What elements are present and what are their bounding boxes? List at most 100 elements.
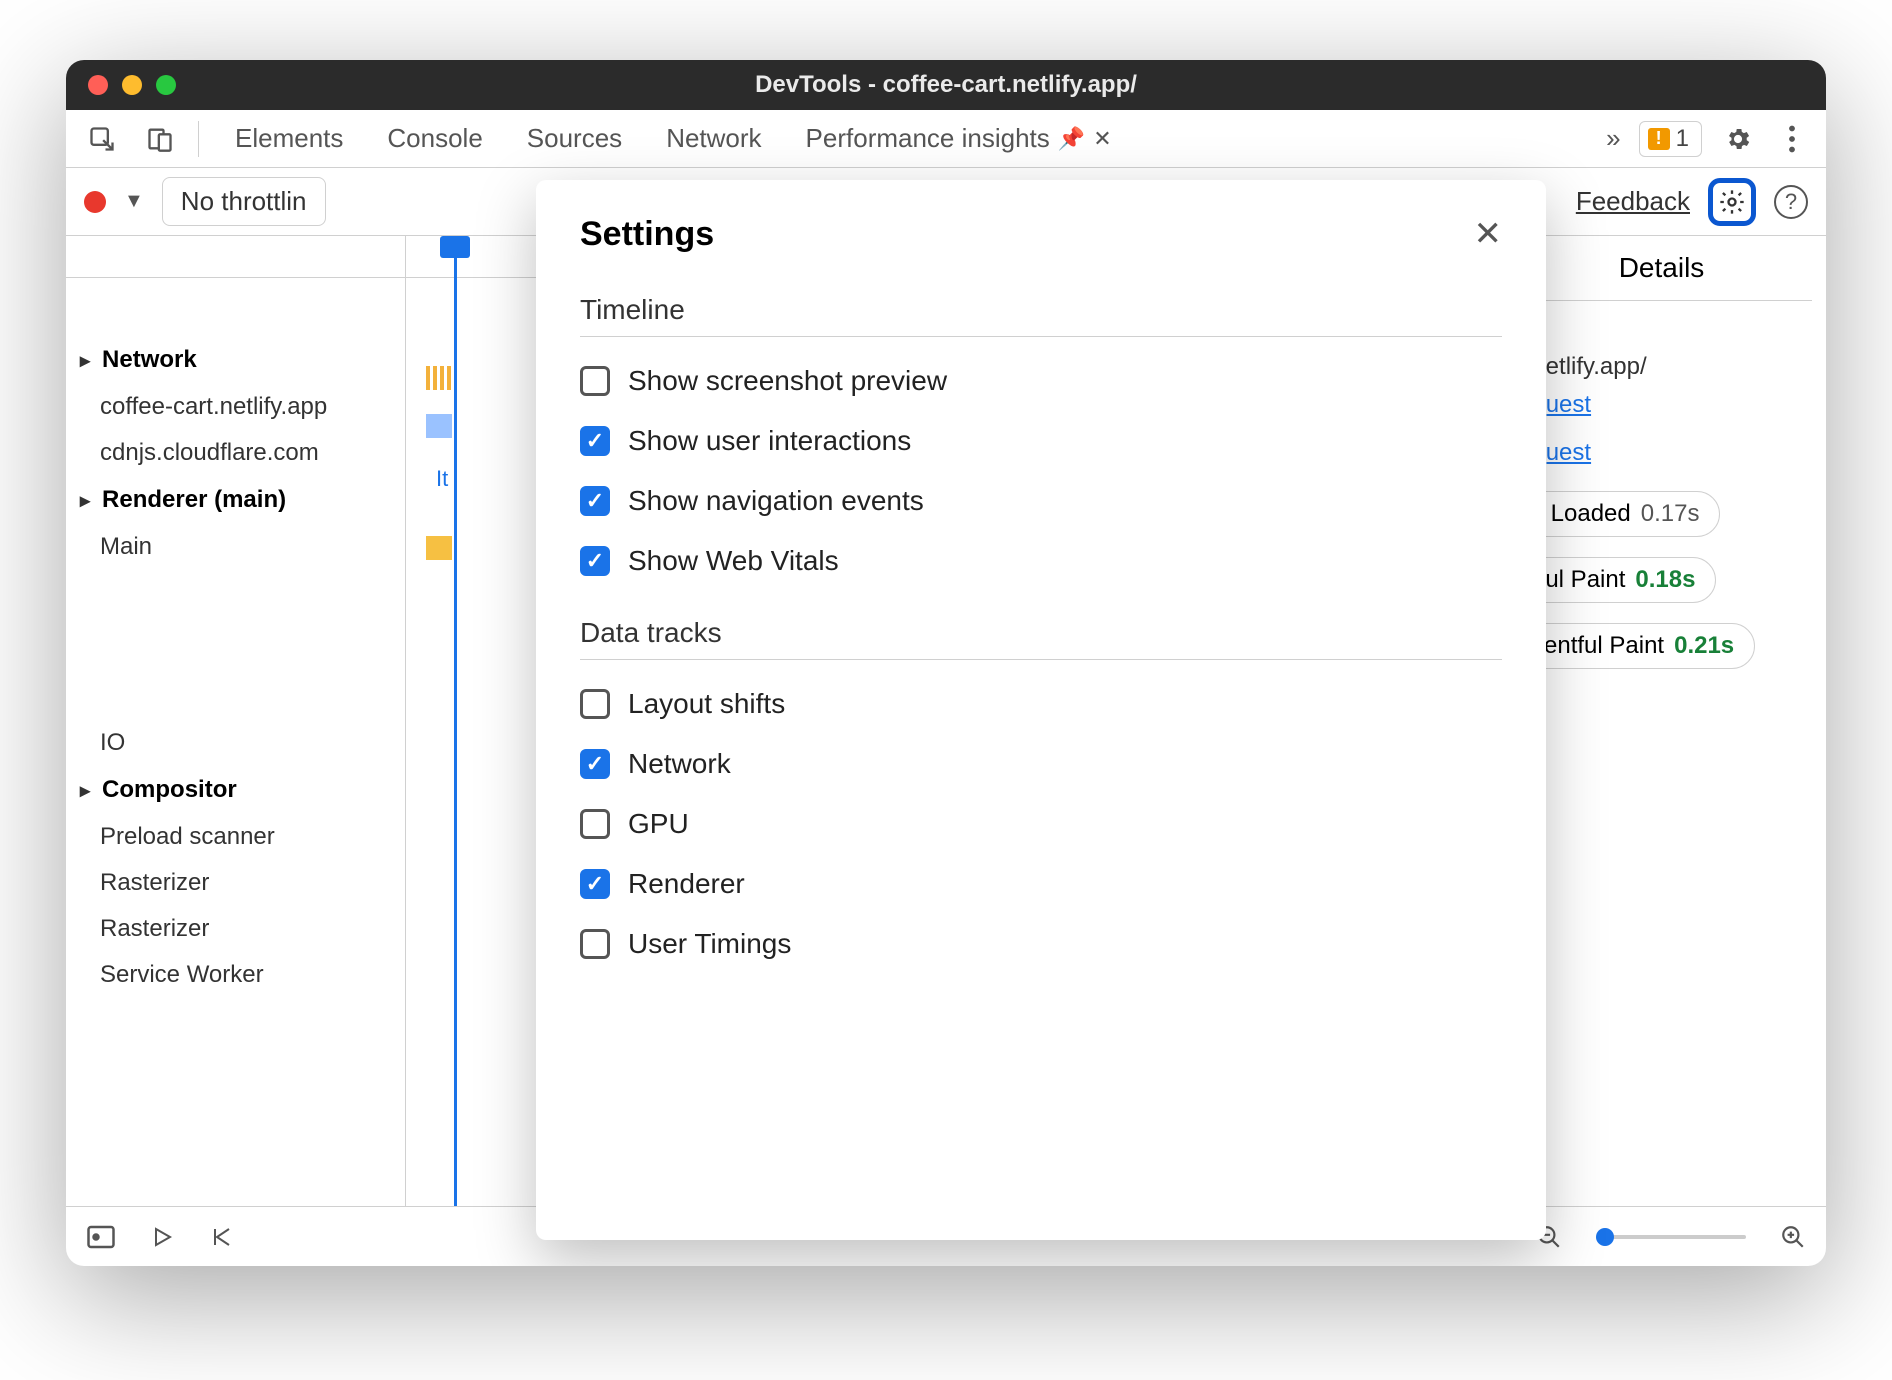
settings-icon[interactable]: [1720, 121, 1756, 157]
checkbox-icon[interactable]: ✓: [580, 486, 610, 516]
settings-option[interactable]: ✓ Show navigation events: [580, 485, 1502, 517]
tab-network[interactable]: Network: [666, 123, 761, 154]
tab-performance-insights[interactable]: Performance insights 📌 ✕: [806, 123, 1112, 154]
metric-label: tful Paint: [1532, 566, 1625, 594]
metric-value: 0.17s: [1641, 500, 1700, 528]
option-label: User Timings: [628, 928, 791, 960]
close-icon[interactable]: ✕: [1093, 126, 1111, 152]
sidebar-item-host[interactable]: cdnjs.cloudflare.com: [66, 430, 405, 476]
record-button[interactable]: [84, 191, 106, 213]
throttle-select[interactable]: No throttlin: [162, 177, 326, 226]
rewind-icon[interactable]: [208, 1225, 234, 1249]
option-label: Show navigation events: [628, 485, 924, 517]
panel-tabs-row: Elements Console Sources Network Perform…: [66, 110, 1826, 168]
checkbox-icon[interactable]: [580, 689, 610, 719]
more-tabs-icon[interactable]: »: [1606, 123, 1620, 154]
details-label: t: [1511, 301, 1812, 343]
issues-count: 1: [1676, 125, 1689, 153]
panel-settings-button[interactable]: [1708, 178, 1756, 226]
sidebar-item-compositor[interactable]: Compositor: [66, 766, 405, 814]
metric-label: itentful Paint: [1532, 632, 1664, 660]
request-link[interactable]: request: [1511, 433, 1812, 481]
sidebar-group-network[interactable]: Network: [66, 336, 405, 384]
request-link[interactable]: request: [1511, 385, 1812, 433]
sidebar-item-thread[interactable]: IO: [66, 720, 405, 766]
throttle-label: No throttlin: [181, 186, 307, 216]
tab-sources[interactable]: Sources: [527, 123, 622, 154]
playhead-line: [454, 236, 457, 1206]
metric-value: 0.18s: [1635, 566, 1695, 594]
option-label: Layout shifts: [628, 688, 785, 720]
checkbox-icon[interactable]: ✓: [580, 546, 610, 576]
settings-section-title: Data tracks: [580, 617, 1502, 660]
checkbox-icon[interactable]: [580, 809, 610, 839]
tab-elements[interactable]: Elements: [235, 123, 343, 154]
tab-label: Performance insights: [806, 123, 1050, 154]
details-url: rt.netlify.app/: [1511, 343, 1812, 385]
device-toggle-icon[interactable]: [140, 119, 180, 159]
pin-icon[interactable]: 📌: [1058, 126, 1085, 152]
checkbox-icon[interactable]: ✓: [580, 749, 610, 779]
track-bar: [426, 366, 452, 390]
checkbox-icon[interactable]: [580, 366, 610, 396]
sidebar-item-thread[interactable]: Service Worker: [66, 952, 405, 998]
settings-option[interactable]: ✓ Network: [580, 748, 1502, 780]
panel-tabs: Elements Console Sources Network Perform…: [235, 123, 1582, 154]
details-title: Details: [1511, 236, 1812, 301]
settings-option[interactable]: Show screenshot preview: [580, 365, 1502, 397]
sidebar-item-thread[interactable]: Rasterizer: [66, 906, 405, 952]
window-title: DevTools - coffee-cart.netlify.app/: [66, 71, 1826, 99]
tracks-sidebar: Network coffee-cart.netlify.app cdnjs.cl…: [66, 236, 406, 1206]
track-bar: [426, 414, 452, 438]
metric-pill[interactable]: itentful Paint 0.21s: [1511, 623, 1755, 669]
track-bar: [426, 536, 452, 560]
settings-option[interactable]: ✓ Show user interactions: [580, 425, 1502, 457]
kebab-menu-icon[interactable]: [1774, 121, 1810, 157]
option-label: GPU: [628, 808, 689, 840]
checkbox-icon[interactable]: ✓: [580, 426, 610, 456]
tab-console[interactable]: Console: [387, 123, 482, 154]
zoom-window-icon[interactable]: [156, 75, 176, 95]
close-window-icon[interactable]: [88, 75, 108, 95]
checkbox-icon[interactable]: ✓: [580, 869, 610, 899]
settings-option[interactable]: Layout shifts: [580, 688, 1502, 720]
option-label: Show screenshot preview: [628, 365, 947, 397]
zoom-in-icon[interactable]: [1780, 1224, 1806, 1250]
option-label: Network: [628, 748, 731, 780]
option-label: Show Web Vitals: [628, 545, 839, 577]
zoom-thumb[interactable]: [1596, 1228, 1614, 1246]
settings-option[interactable]: ✓ Show Web Vitals: [580, 545, 1502, 577]
metric-label: it Loaded: [1532, 500, 1631, 528]
sidebar-item-thread[interactable]: Main: [66, 524, 405, 570]
minimize-window-icon[interactable]: [122, 75, 142, 95]
feedback-link[interactable]: Feedback: [1576, 186, 1690, 217]
help-icon[interactable]: ?: [1774, 185, 1808, 219]
record-menu-icon[interactable]: ▼: [124, 190, 144, 213]
settings-option[interactable]: ✓ Renderer: [580, 868, 1502, 900]
settings-section-title: Timeline: [580, 294, 1502, 337]
warning-icon: !: [1648, 128, 1670, 150]
close-icon[interactable]: ✕: [1474, 214, 1503, 254]
inspect-icon[interactable]: [82, 119, 122, 159]
option-label: Renderer: [628, 868, 745, 900]
checkbox-icon[interactable]: [580, 929, 610, 959]
metric-value: 0.21s: [1674, 632, 1734, 660]
option-label: Show user interactions: [628, 425, 911, 457]
issues-badge[interactable]: ! 1: [1639, 121, 1702, 157]
axis-hint: It: [436, 466, 448, 492]
sidebar-item-thread[interactable]: Rasterizer: [66, 860, 405, 906]
divider: [198, 121, 199, 157]
titlebar: DevTools - coffee-cart.netlify.app/: [66, 60, 1826, 110]
zoom-slider[interactable]: [1596, 1235, 1746, 1239]
devtools-window: DevTools - coffee-cart.netlify.app/ Elem…: [66, 60, 1826, 1266]
window-controls: [88, 75, 176, 95]
settings-option[interactable]: User Timings: [580, 928, 1502, 960]
settings-popover: Settings ✕ Timeline Show screenshot previ…: [536, 180, 1546, 1240]
console-drawer-icon[interactable]: [86, 1224, 116, 1250]
popover-title: Settings: [580, 215, 1474, 254]
sidebar-item-host[interactable]: coffee-cart.netlify.app: [66, 384, 405, 430]
sidebar-item-thread[interactable]: Preload scanner: [66, 814, 405, 860]
settings-option[interactable]: GPU: [580, 808, 1502, 840]
play-icon[interactable]: [150, 1225, 174, 1249]
sidebar-group-renderer[interactable]: Renderer (main): [66, 476, 405, 524]
